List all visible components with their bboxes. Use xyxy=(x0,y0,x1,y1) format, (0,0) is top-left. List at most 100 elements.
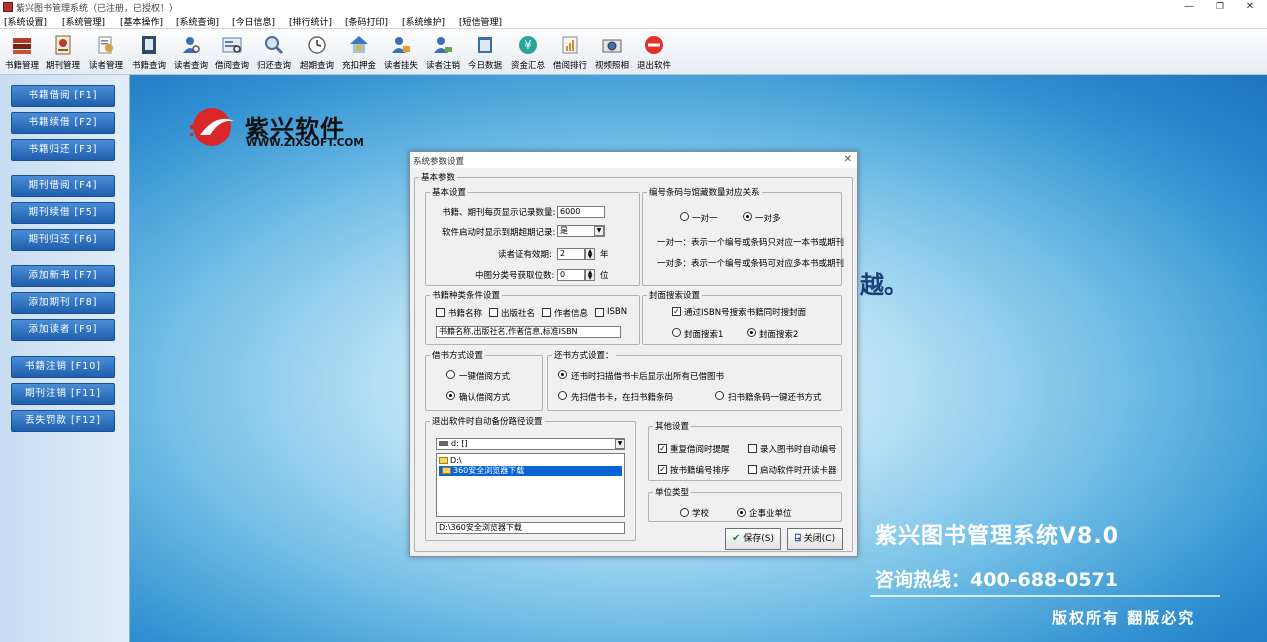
school-label: 学校 xyxy=(692,509,710,519)
folder-open-icon xyxy=(439,457,448,464)
scan-one-key-radio[interactable] xyxy=(715,391,724,400)
close-button[interactable]: ✕ xyxy=(1233,0,1267,14)
author-checkbox[interactable] xyxy=(542,308,551,317)
cover-search1-radio[interactable] xyxy=(672,328,681,337)
school-radio[interactable] xyxy=(680,508,689,517)
menu-ranking-stats[interactable]: [排行统计] xyxy=(289,15,332,28)
scan-card-first-radio[interactable] xyxy=(558,391,567,400)
shortcut-periodical-renew[interactable]: 期刊续借 [F5] xyxy=(11,202,115,224)
show-all-label: 还书时扫描借书卡后显示出所有已借图书 xyxy=(571,372,725,382)
reader-icon xyxy=(98,36,113,54)
drive-dropdown-icon[interactable]: ▼ xyxy=(615,439,625,449)
enterprise-radio[interactable] xyxy=(737,508,746,517)
ranking-icon xyxy=(562,36,578,54)
menu-system-management[interactable]: [系统管理] xyxy=(62,15,105,28)
page-count-input[interactable]: 6000 xyxy=(557,206,605,218)
save-button[interactable]: ✔ 保存(S) xyxy=(725,528,781,550)
toolbar-reader-loss[interactable]: 读者挂失 xyxy=(381,32,421,72)
door-exit-icon: ⍈ xyxy=(794,533,801,544)
borrow-mode-legend: 借书方式设置 xyxy=(432,351,484,361)
menu-sms-management[interactable]: [短信管理] xyxy=(459,15,502,28)
shortcut-add-periodical[interactable]: 添加期刊 [F8] xyxy=(11,292,115,314)
dialog-close-icon[interactable]: ✕ xyxy=(844,154,852,165)
toolbar-book-query[interactable]: 书籍查询 xyxy=(129,32,169,72)
publisher-label: 出版社名 xyxy=(501,309,536,319)
toolbar-periodicals-management[interactable]: 期刊管理 xyxy=(43,32,83,72)
confirm-borrow-radio[interactable] xyxy=(446,391,455,400)
shortcut-periodical-return[interactable]: 期刊归还 [F6] xyxy=(11,229,115,251)
cover-search1-label: 封面搜索1 xyxy=(684,330,724,340)
shortcut-book-borrow[interactable]: 书籍借阅 [F1] xyxy=(11,85,115,107)
restore-button[interactable]: ❐ xyxy=(1203,0,1237,14)
toolbar-exit[interactable]: 退出软件 xyxy=(634,32,674,72)
show-all-radio[interactable] xyxy=(558,370,567,379)
sort-by-number-checkbox[interactable]: ✓ xyxy=(658,465,667,474)
book-name-checkbox[interactable] xyxy=(436,308,445,317)
folder-tree-root[interactable]: D:\ xyxy=(439,456,462,465)
show-overdue-dropdown-icon[interactable]: ▼ xyxy=(594,226,604,236)
shortcut-periodical-cancel[interactable]: 期刊注销 [F11] xyxy=(11,383,115,405)
shortcut-book-return[interactable]: 书籍归还 [F3] xyxy=(11,139,115,161)
shortcut-book-cancel[interactable]: 书籍注销 [F10] xyxy=(11,356,115,378)
toolbar-borrow-query[interactable]: 借阅查询 xyxy=(212,32,252,72)
toolbar-reader-management[interactable]: 读者管理 xyxy=(86,32,126,72)
menu-barcode-print[interactable]: [条码打印] xyxy=(345,15,388,28)
minimize-button[interactable]: — xyxy=(1172,0,1206,14)
user-lock-icon xyxy=(392,37,410,53)
open-reader-checkbox[interactable] xyxy=(748,465,757,474)
shortcut-add-reader[interactable]: 添加读者 [F9] xyxy=(11,319,115,341)
toolbar-reader-query[interactable]: 读者查询 xyxy=(171,32,211,72)
title-bar: 紫兴图书管理系统（已注册，已授权！） — ❐ ✕ xyxy=(0,0,1267,14)
publisher-checkbox[interactable] xyxy=(489,308,498,317)
folder-tree[interactable]: D:\ 360安全浏览器下载 xyxy=(436,453,625,517)
page-count-label: 书籍、期刊每页显示记录数量: xyxy=(442,208,556,218)
class-digits-input[interactable]: 0 xyxy=(557,269,585,281)
one-to-one-label: 一对一 xyxy=(692,214,718,224)
menu-system-maintenance[interactable]: [系统维护] xyxy=(402,15,445,28)
toolbar-overdue-query[interactable]: 超期查询 xyxy=(297,32,337,72)
shortcut-periodical-borrow[interactable]: 期刊借阅 [F4] xyxy=(11,175,115,197)
folder-tree-selected[interactable]: 360安全浏览器下载 xyxy=(439,466,622,476)
valid-years-spinner[interactable]: ▲ ▼ xyxy=(585,248,595,260)
toolbar-today-data[interactable]: 今日数据 xyxy=(465,32,505,72)
isbn-checkbox[interactable] xyxy=(595,308,604,317)
toolbar-deposit[interactable]: 充扣押金 xyxy=(339,32,379,72)
menu-today-info[interactable]: [今日信息] xyxy=(232,15,275,28)
toolbar-borrow-ranking[interactable]: 借阅排行 xyxy=(550,32,590,72)
logo-url: WWW.ZIXSOFT.COM xyxy=(246,137,364,149)
cover-search2-radio[interactable] xyxy=(747,328,756,337)
toolbar-return-query[interactable]: 归还查询 xyxy=(254,32,294,72)
app-icon xyxy=(3,2,13,12)
shortcut-book-renew[interactable]: 书籍续借 [F2] xyxy=(11,112,115,134)
one-click-borrow-radio[interactable] xyxy=(446,370,455,379)
toolbar-books-management[interactable]: 书籍管理 xyxy=(2,32,42,72)
checkmark-icon: ✔ xyxy=(731,533,741,544)
one-to-many-radio[interactable] xyxy=(743,212,752,221)
drive-select[interactable]: d: [] xyxy=(436,438,625,450)
toolbar-video-camera[interactable]: 视频照相 xyxy=(592,32,632,72)
confirm-borrow-label: 确认借阅方式 xyxy=(459,393,511,403)
isbn-cover-label: 通过ISBN号搜索书籍同时搜封面 xyxy=(684,308,807,318)
class-digits-spinner[interactable]: ▲ ▼ xyxy=(585,269,595,281)
one-to-one-desc: 一对一：表示一个编号或条码只对应一本书或期刊 xyxy=(657,238,845,248)
auto-number-checkbox[interactable] xyxy=(748,444,757,453)
dup-remind-checkbox[interactable]: ✓ xyxy=(658,444,667,453)
shortcut-loss-fine[interactable]: 丢失罚款 [F12] xyxy=(11,410,115,432)
close-dialog-button[interactable]: ⍈ 关闭(C) xyxy=(787,528,843,550)
shortcut-add-book[interactable]: 添加新书 [F7] xyxy=(11,265,115,287)
one-to-one-radio[interactable] xyxy=(680,212,689,221)
menu-system-settings[interactable]: [系统设置] xyxy=(4,15,47,28)
unit-type-legend: 单位类型 xyxy=(655,488,690,498)
folder-icon xyxy=(442,467,451,474)
open-reader-label: 启动软件时开读卡器 xyxy=(760,466,837,476)
isbn-cover-checkbox[interactable]: ✓ xyxy=(672,307,681,316)
backup-path-input[interactable]: D:\360安全浏览器下载 xyxy=(436,522,625,534)
toolbar-fund-summary[interactable]: ¥ 资金汇总 xyxy=(508,32,548,72)
menu-basic-operations[interactable]: [基本操作] xyxy=(120,15,163,28)
toolbar-reader-cancel[interactable]: 读者注销 xyxy=(423,32,463,72)
valid-years-unit: 年 xyxy=(600,250,609,260)
valid-years-input[interactable]: 2 xyxy=(557,248,585,260)
menu-system-query[interactable]: [系统查询] xyxy=(176,15,219,28)
book-type-input[interactable]: 书籍名称,出版社名,作者信息,标准ISBN xyxy=(436,326,621,338)
calendar-icon xyxy=(478,37,492,53)
